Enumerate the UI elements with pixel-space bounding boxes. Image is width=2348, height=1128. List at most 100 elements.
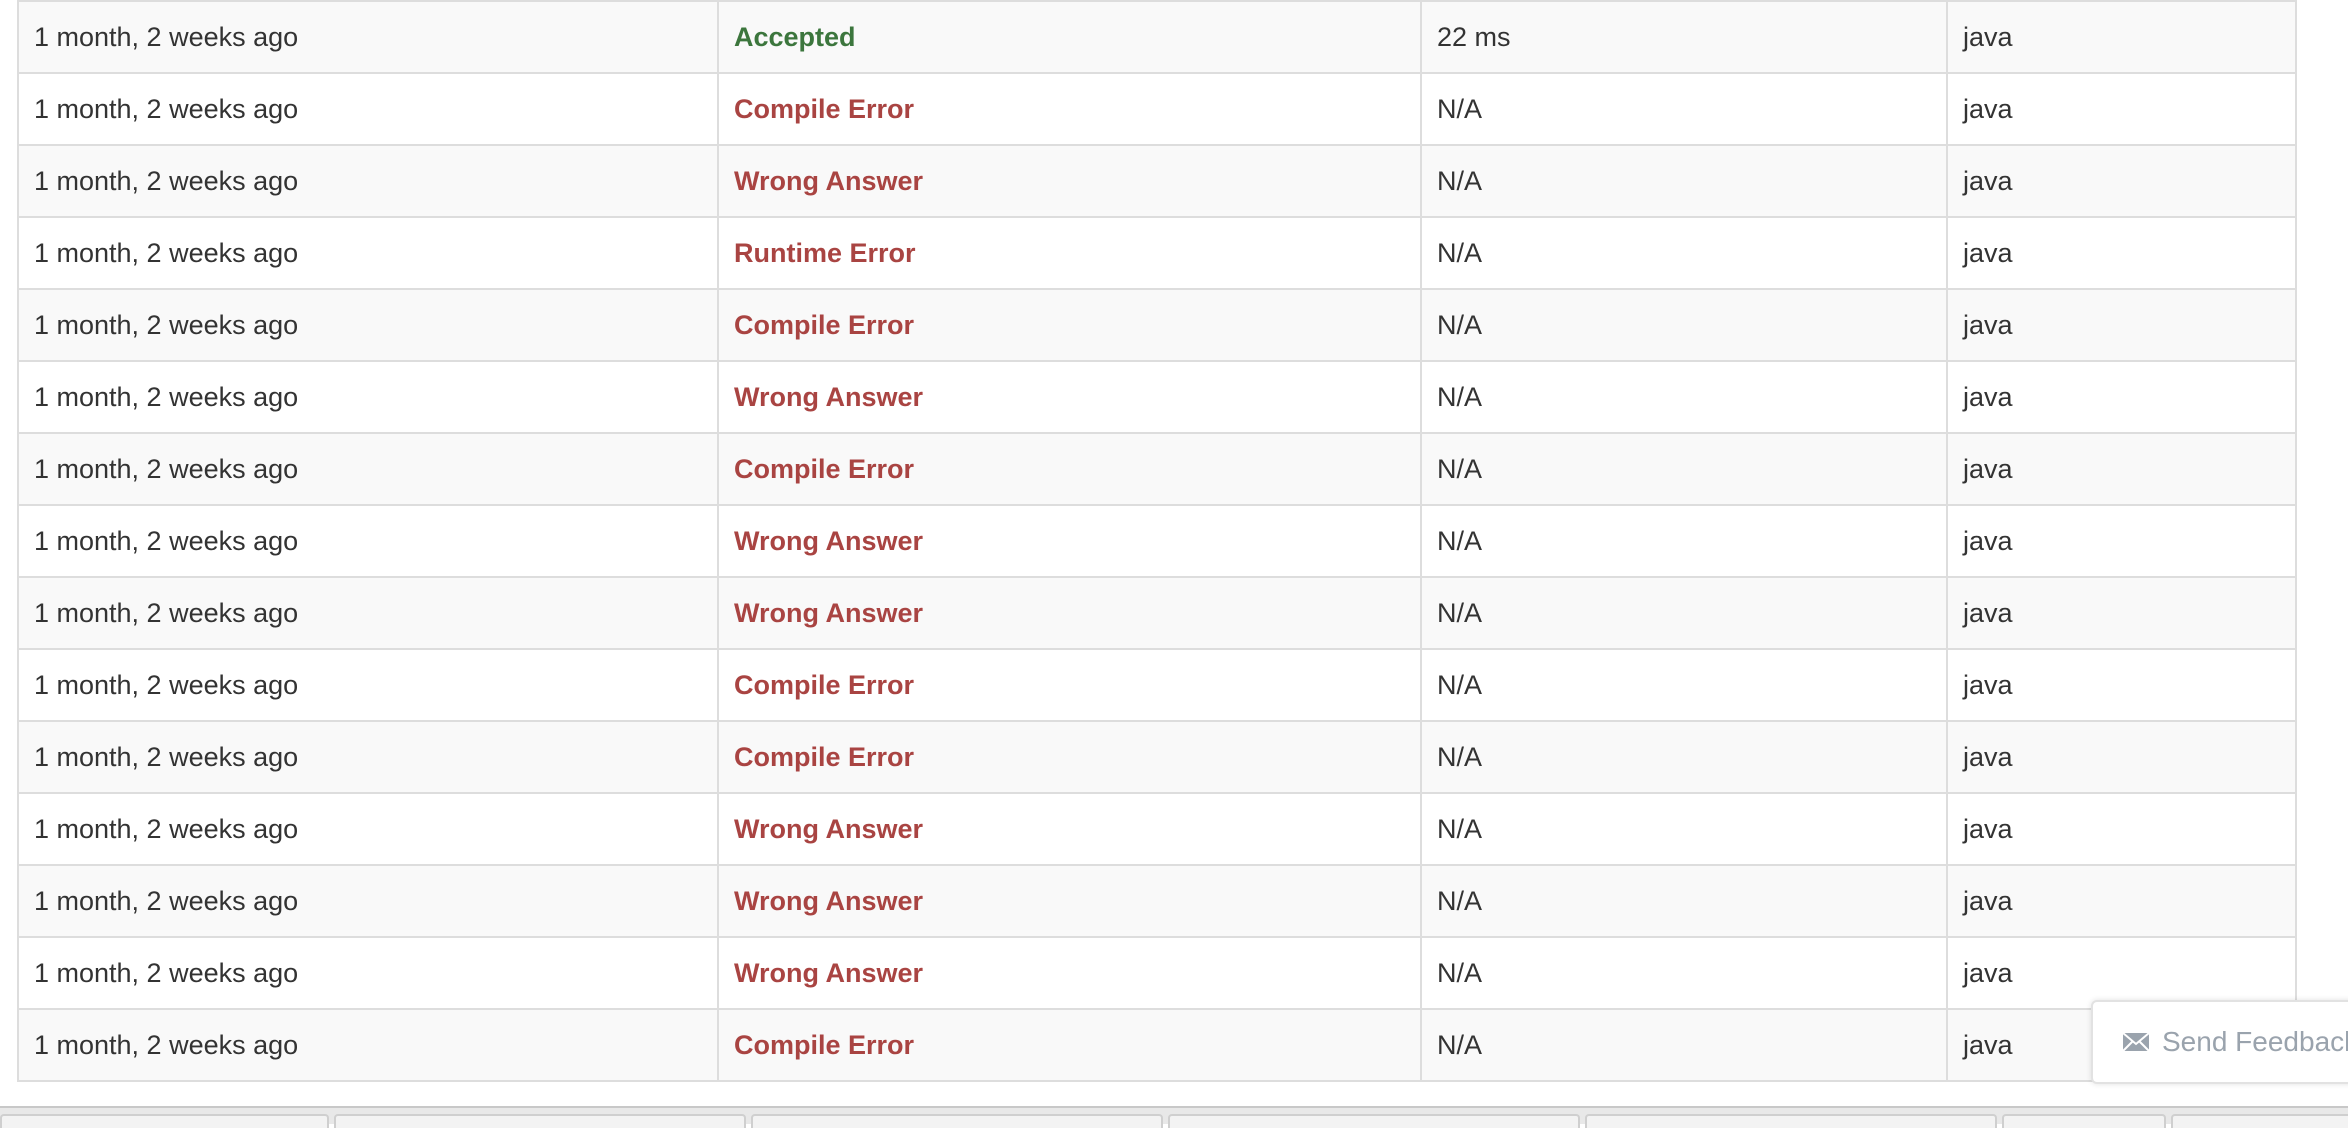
submission-runtime-cell: N/A xyxy=(1420,792,1948,866)
submission-status-cell: Compile Error xyxy=(717,648,1422,722)
submission-status-link[interactable]: Runtime Error xyxy=(734,238,916,268)
table-row: 1 month, 2 weeks ago Compile Error N/A java xyxy=(17,1008,2297,1082)
submission-time-cell: 1 month, 2 weeks ago xyxy=(17,432,719,506)
bottom-tab-strip xyxy=(0,1106,2348,1128)
submission-runtime-cell: N/A xyxy=(1420,504,1948,578)
submission-time-cell: 1 month, 2 weeks ago xyxy=(17,216,719,290)
submission-status-cell: Compile Error xyxy=(717,432,1422,506)
submission-runtime-cell: N/A xyxy=(1420,216,1948,290)
submission-status-cell: Compile Error xyxy=(717,288,1422,362)
bottom-tab[interactable] xyxy=(0,1114,329,1128)
table-row: 1 month, 2 weeks ago Wrong Answer N/A java xyxy=(17,504,2297,578)
submission-time-cell: 1 month, 2 weeks ago xyxy=(17,864,719,938)
table-row: 1 month, 2 weeks ago Wrong Answer N/A java xyxy=(17,864,2297,938)
send-feedback-button[interactable]: Send Feedback xyxy=(2091,1000,2348,1084)
submission-runtime-cell: N/A xyxy=(1420,288,1948,362)
submission-status-cell: Accepted xyxy=(717,0,1422,74)
submission-status-link[interactable]: Compile Error xyxy=(734,454,914,484)
submission-runtime-cell: N/A xyxy=(1420,936,1948,1010)
submission-status-cell: Runtime Error xyxy=(717,216,1422,290)
bottom-tab[interactable] xyxy=(2171,1114,2348,1128)
submission-runtime-cell: N/A xyxy=(1420,432,1948,506)
table-row: 1 month, 2 weeks ago Runtime Error N/A java xyxy=(17,216,2297,290)
submission-status-link[interactable]: Wrong Answer xyxy=(734,814,923,844)
submission-runtime-cell: N/A xyxy=(1420,576,1948,650)
submission-language-cell: java xyxy=(1946,504,2297,578)
submission-time-cell: 1 month, 2 weeks ago xyxy=(17,792,719,866)
send-feedback-label: Send Feedback xyxy=(2162,1026,2348,1057)
submission-time-cell: 1 month, 2 weeks ago xyxy=(17,648,719,722)
submission-language-cell: java xyxy=(1946,0,2297,74)
table-row: 1 month, 2 weeks ago Compile Error N/A java xyxy=(17,72,2297,146)
submission-runtime-cell: 22 ms xyxy=(1420,0,1948,74)
table-row: 1 month, 2 weeks ago Wrong Answer N/A java xyxy=(17,360,2297,434)
submission-status-cell: Wrong Answer xyxy=(717,576,1422,650)
submission-language-cell: java xyxy=(1946,936,2297,1010)
submission-status-link[interactable]: Wrong Answer xyxy=(734,958,923,988)
submissions-table-container: 1 month, 2 weeks ago Accepted 22 ms java 1 m… xyxy=(17,0,2297,1082)
envelope-icon xyxy=(2122,1032,2150,1052)
submission-language-cell: java xyxy=(1946,144,2297,218)
submission-status-link[interactable]: Compile Error xyxy=(734,670,914,700)
table-row: 1 month, 2 weeks ago Compile Error N/A java xyxy=(17,648,2297,722)
submission-runtime-cell: N/A xyxy=(1420,144,1948,218)
submissions-table: 1 month, 2 weeks ago Accepted 22 ms java 1 m… xyxy=(17,0,2297,1082)
submission-status-link[interactable]: Wrong Answer xyxy=(734,382,923,412)
submission-status-link[interactable]: Compile Error xyxy=(734,310,914,340)
submission-status-link[interactable]: Accepted xyxy=(734,22,856,52)
submission-language-cell: java xyxy=(1946,216,2297,290)
submission-runtime-cell: N/A xyxy=(1420,360,1948,434)
submission-time-cell: 1 month, 2 weeks ago xyxy=(17,1008,719,1082)
submission-status-link[interactable]: Compile Error xyxy=(734,1030,914,1060)
submission-runtime-cell: N/A xyxy=(1420,72,1948,146)
table-row: 1 month, 2 weeks ago Wrong Answer N/A java xyxy=(17,576,2297,650)
submission-status-link[interactable]: Compile Error xyxy=(734,94,914,124)
table-row: 1 month, 2 weeks ago Compile Error N/A java xyxy=(17,720,2297,794)
bottom-tab[interactable] xyxy=(1585,1114,1997,1128)
submission-status-link[interactable]: Wrong Answer xyxy=(734,598,923,628)
submissions-table-body: 1 month, 2 weeks ago Accepted 22 ms java 1 m… xyxy=(17,0,2297,1082)
submission-time-cell: 1 month, 2 weeks ago xyxy=(17,720,719,794)
table-row: 1 month, 2 weeks ago Accepted 22 ms java xyxy=(17,0,2297,74)
submission-status-cell: Compile Error xyxy=(717,720,1422,794)
submission-status-link[interactable]: Compile Error xyxy=(734,742,914,772)
submission-language-cell: java xyxy=(1946,360,2297,434)
bottom-tab[interactable] xyxy=(2002,1114,2166,1128)
submission-status-cell: Compile Error xyxy=(717,72,1422,146)
submission-time-cell: 1 month, 2 weeks ago xyxy=(17,576,719,650)
table-row: 1 month, 2 weeks ago Wrong Answer N/A java xyxy=(17,936,2297,1010)
submission-language-cell: java xyxy=(1946,720,2297,794)
bottom-tab[interactable] xyxy=(1168,1114,1580,1128)
submission-time-cell: 1 month, 2 weeks ago xyxy=(17,360,719,434)
submission-language-cell: java xyxy=(1946,72,2297,146)
submission-runtime-cell: N/A xyxy=(1420,1008,1948,1082)
submission-status-cell: Wrong Answer xyxy=(717,144,1422,218)
submission-language-cell: java xyxy=(1946,576,2297,650)
submission-status-cell: Wrong Answer xyxy=(717,864,1422,938)
submission-runtime-cell: N/A xyxy=(1420,648,1948,722)
submission-status-link[interactable]: Wrong Answer xyxy=(734,166,923,196)
table-row: 1 month, 2 weeks ago Compile Error N/A java xyxy=(17,432,2297,506)
submission-time-cell: 1 month, 2 weeks ago xyxy=(17,936,719,1010)
submission-status-link[interactable]: Wrong Answer xyxy=(734,526,923,556)
table-row: 1 month, 2 weeks ago Compile Error N/A java xyxy=(17,288,2297,362)
submission-status-cell: Compile Error xyxy=(717,1008,1422,1082)
bottom-tab[interactable] xyxy=(751,1114,1163,1128)
bottom-tab[interactable] xyxy=(334,1114,746,1128)
submission-language-cell: java xyxy=(1946,648,2297,722)
table-row: 1 month, 2 weeks ago Wrong Answer N/A java xyxy=(17,792,2297,866)
submission-runtime-cell: N/A xyxy=(1420,720,1948,794)
submission-time-cell: 1 month, 2 weeks ago xyxy=(17,72,719,146)
submission-status-cell: Wrong Answer xyxy=(717,504,1422,578)
submission-language-cell: java xyxy=(1946,792,2297,866)
submission-status-cell: Wrong Answer xyxy=(717,360,1422,434)
submission-status-link[interactable]: Wrong Answer xyxy=(734,886,923,916)
submission-time-cell: 1 month, 2 weeks ago xyxy=(17,504,719,578)
submission-status-cell: Wrong Answer xyxy=(717,936,1422,1010)
submission-time-cell: 1 month, 2 weeks ago xyxy=(17,0,719,74)
table-row: 1 month, 2 weeks ago Wrong Answer N/A java xyxy=(17,144,2297,218)
submission-time-cell: 1 month, 2 weeks ago xyxy=(17,288,719,362)
submission-language-cell: java xyxy=(1946,288,2297,362)
submission-language-cell: java xyxy=(1946,864,2297,938)
submission-status-cell: Wrong Answer xyxy=(717,792,1422,866)
